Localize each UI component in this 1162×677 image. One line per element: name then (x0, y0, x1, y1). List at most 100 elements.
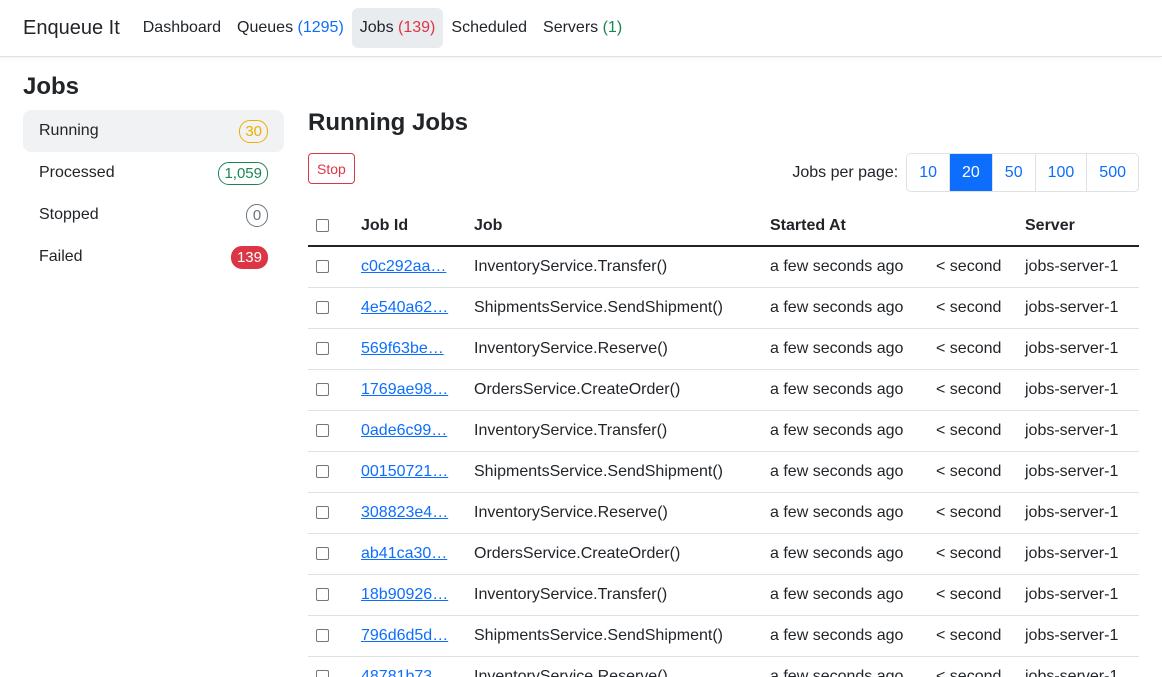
started-at-cell: a few seconds ago (762, 574, 928, 616)
duration-cell: < second (928, 615, 1017, 657)
job-id-cell: 0ade6c99… (353, 410, 466, 452)
select-all-checkbox[interactable] (316, 218, 329, 232)
job-id-cell: c0c292aa… (353, 246, 466, 288)
table-row: 1769ae98… OrdersService.CreateOrder() a fe… (308, 369, 1139, 411)
column-header[interactable]: Server (1017, 206, 1139, 247)
job-name-cell: OrdersService.CreateOrder() (466, 533, 762, 575)
job-name-cell: ShipmentsService.SendShipment() (466, 615, 762, 657)
sidebar-item-label: Stopped (39, 206, 99, 223)
sidebar-item-failed[interactable]: Failed 139 (23, 236, 284, 278)
job-id-cell: 1769ae98… (353, 369, 466, 411)
nav-queues[interactable]: Queues (1295) (229, 8, 352, 48)
row-select-cell (308, 328, 353, 370)
column-header[interactable]: Started At (762, 206, 928, 247)
row-checkbox[interactable] (316, 300, 329, 314)
job-name-cell: InventoryService.Reserve() (466, 656, 762, 677)
sidebar-item-stopped[interactable]: Stopped 0 (23, 194, 284, 236)
count-badge: 1,059 (218, 161, 268, 185)
duration-cell: < second (928, 574, 1017, 616)
row-select-cell (308, 287, 353, 329)
job-name-cell: ShipmentsService.SendShipment() (466, 451, 762, 493)
job-id-cell: 00150721… (353, 451, 466, 493)
duration-cell: < second (928, 287, 1017, 329)
column-header[interactable]: Job Id (353, 206, 466, 247)
sidebar-item-processed[interactable]: Processed 1,059 (23, 152, 284, 194)
nav-label: Queues (237, 19, 294, 36)
started-at-cell: a few seconds ago (762, 533, 928, 575)
row-checkbox[interactable] (316, 260, 329, 274)
job-id-cell: 569f63be… (353, 328, 466, 370)
server-cell: jobs-server-1 (1017, 574, 1139, 616)
job-name-cell: InventoryService.Transfer() (466, 574, 762, 616)
job-id-link[interactable]: 569f63be… (361, 340, 444, 357)
count-badge: 30 (239, 119, 268, 143)
job-id-cell: 4e540a62… (353, 287, 466, 329)
duration-cell: < second (928, 328, 1017, 370)
duration-cell: < second (928, 410, 1017, 452)
job-id-link[interactable]: 4e540a62… (361, 299, 448, 316)
job-name-cell: InventoryService.Transfer() (466, 410, 762, 452)
job-id-link[interactable]: 0ade6c99… (361, 422, 447, 439)
table-row: 308823e4… InventoryService.Reserve() a few… (308, 492, 1139, 534)
server-cell: jobs-server-1 (1017, 410, 1139, 452)
count-badge: 139 (230, 245, 268, 269)
stop-button[interactable]: Stop (308, 153, 355, 184)
job-id-link[interactable]: 796d6d5d… (361, 627, 448, 644)
per-page-option[interactable]: 50 (991, 154, 1035, 191)
row-select-cell (308, 369, 353, 411)
row-select-cell (308, 451, 353, 493)
nav-servers[interactable]: Servers (1) (535, 8, 630, 48)
server-cell: jobs-server-1 (1017, 492, 1139, 534)
nav-dashboard[interactable]: Dashboard (135, 8, 229, 48)
row-checkbox[interactable] (316, 628, 329, 642)
row-checkbox[interactable] (316, 341, 329, 355)
job-id-cell: 796d6d5d… (353, 615, 466, 657)
row-checkbox[interactable] (316, 423, 329, 437)
sidebar-item-running[interactable]: Running 30 (23, 110, 284, 152)
job-id-link[interactable]: 48781b73… (361, 668, 448, 677)
per-page-option[interactable]: 20 (949, 154, 992, 191)
started-at-cell: a few seconds ago (762, 369, 928, 411)
top-navbar: Enqueue It Dashboard Queues (1295) Jobs … (0, 0, 1162, 57)
started-at-cell: a few seconds ago (762, 492, 928, 534)
column-header[interactable]: Job (466, 206, 762, 247)
per-page-option[interactable]: 100 (1034, 154, 1087, 191)
row-checkbox[interactable] (316, 587, 329, 601)
per-page-option[interactable]: 500 (1086, 154, 1138, 191)
row-checkbox[interactable] (316, 382, 329, 396)
job-id-link[interactable]: ab41ca30… (361, 545, 447, 562)
job-id-link[interactable]: 18b90926… (361, 586, 448, 603)
brand-logo[interactable]: Enqueue It (23, 17, 120, 40)
row-select-cell (308, 246, 353, 288)
row-checkbox[interactable] (316, 464, 329, 478)
row-select-cell (308, 410, 353, 452)
count-badge: 0 (246, 203, 268, 227)
nav-count: (1) (602, 19, 623, 36)
job-name-cell: InventoryService.Reserve() (466, 328, 762, 370)
table-row: 00150721… ShipmentsService.SendShipment()… (308, 451, 1139, 493)
server-cell: jobs-server-1 (1017, 533, 1139, 575)
nav-jobs[interactable]: Jobs (139) (351, 8, 444, 48)
job-id-link[interactable]: 1769ae98… (361, 381, 448, 398)
table-row: ab41ca30… OrdersService.CreateOrder() a fe… (308, 533, 1139, 575)
section-title: Running Jobs (308, 109, 468, 136)
started-at-cell: a few seconds ago (762, 656, 928, 677)
job-id-cell: ab41ca30… (353, 533, 466, 575)
nav-scheduled[interactable]: Scheduled (443, 8, 535, 48)
row-checkbox[interactable] (316, 669, 329, 677)
row-select-cell (308, 656, 353, 677)
job-id-cell: 308823e4… (353, 492, 466, 534)
row-select-cell (308, 492, 353, 534)
table-row: 569f63be… InventoryService.Reserve() a few… (308, 328, 1139, 370)
nav-count: (139) (398, 19, 436, 36)
job-id-cell: 48781b73… (353, 656, 466, 677)
row-select-cell (308, 615, 353, 657)
row-checkbox[interactable] (316, 505, 329, 519)
per-page-option[interactable]: 10 (907, 154, 949, 191)
job-id-link[interactable]: 308823e4… (361, 504, 448, 521)
server-cell: jobs-server-1 (1017, 328, 1139, 370)
nav-label: Jobs (359, 19, 394, 36)
row-checkbox[interactable] (316, 546, 329, 560)
job-id-link[interactable]: 00150721… (361, 463, 448, 480)
job-id-link[interactable]: c0c292aa… (361, 258, 446, 275)
